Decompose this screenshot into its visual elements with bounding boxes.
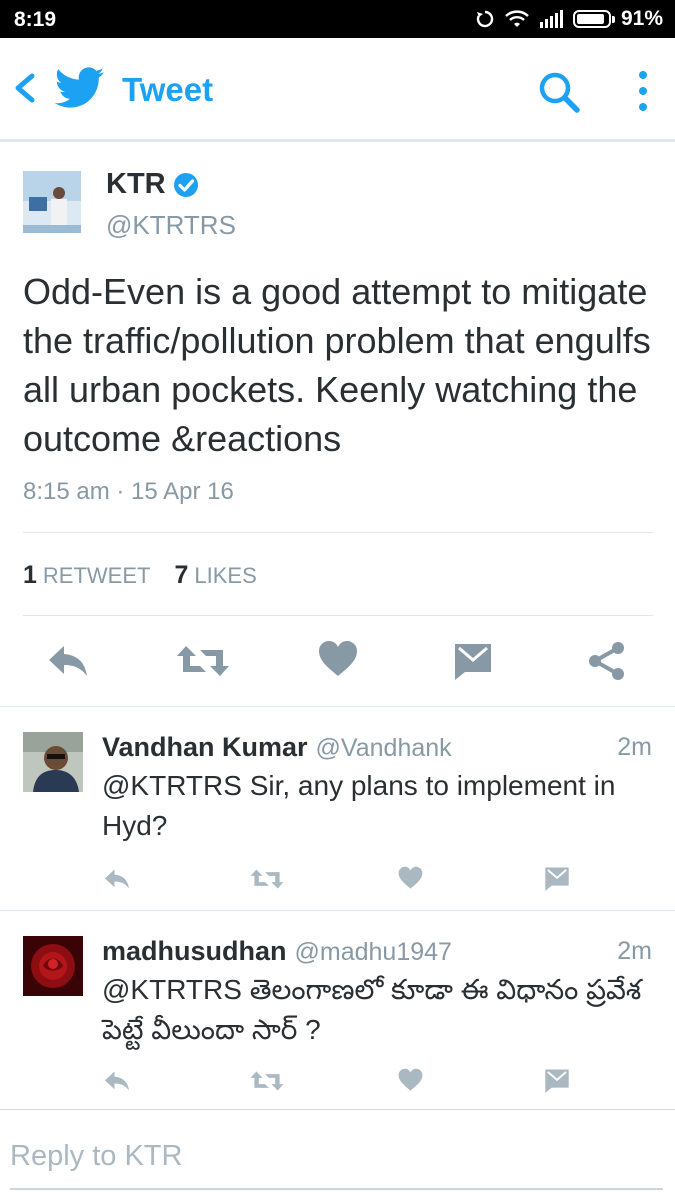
direct-message-icon[interactable] xyxy=(544,866,570,891)
reply-timestamp: 2m xyxy=(617,733,652,761)
avatar[interactable] xyxy=(23,936,83,996)
like-icon[interactable] xyxy=(398,866,423,890)
avatar-image xyxy=(23,171,81,233)
reply-actions xyxy=(0,1066,675,1096)
reply-actions xyxy=(0,864,675,894)
direct-message-icon[interactable] xyxy=(453,642,493,680)
reply-text: @KTRTRS Sir, any plans to implement in H… xyxy=(102,770,616,841)
divider xyxy=(23,615,653,616)
reply-author-name: madhusudhan xyxy=(102,936,287,966)
app-bar: Tweet xyxy=(0,38,675,142)
author-name: KTR xyxy=(106,168,166,200)
sync-icon xyxy=(476,10,494,28)
reply-icon[interactable] xyxy=(103,867,131,891)
tweet-timestamp: 8:15 am · 15 Apr 16 xyxy=(23,478,234,505)
like-icon[interactable] xyxy=(318,640,358,678)
likes-stat[interactable]: 7 LIKES xyxy=(174,561,256,590)
tweet-stats: 1 RETWEET 7 LIKES xyxy=(23,561,257,590)
reply-tweet[interactable]: Vandhan Kumar @Vandhank 2m @KTRTRS Sir, a… xyxy=(0,706,675,911)
reply-author[interactable]: Vandhan Kumar @Vandhank xyxy=(102,732,452,763)
reply-icon[interactable] xyxy=(103,1069,131,1093)
verified-badge-icon xyxy=(173,172,198,197)
status-icons: 91% xyxy=(475,7,663,31)
likes-label: LIKES xyxy=(194,563,257,588)
reply-author[interactable]: madhusudhan @madhu1947 xyxy=(102,936,452,967)
battery-icon xyxy=(572,10,615,28)
tweet-actions xyxy=(0,636,675,686)
reply-input[interactable]: Reply to KTR xyxy=(10,1140,182,1173)
share-icon[interactable] xyxy=(586,640,628,682)
divider xyxy=(23,532,653,533)
retweet-label: RETWEET xyxy=(42,563,151,588)
avatar[interactable] xyxy=(23,171,81,233)
likes-count: 7 xyxy=(174,561,189,589)
reply-author-handle: @Vandhank xyxy=(315,734,452,762)
reply-author-handle: @madhu1947 xyxy=(294,938,452,966)
status-bar: 8:19 91% xyxy=(0,0,675,38)
tweet-text: Odd-Even is a good attempt to mitigate t… xyxy=(23,271,651,459)
reply-icon[interactable] xyxy=(46,642,90,680)
direct-message-icon[interactable] xyxy=(544,1068,570,1093)
search-icon[interactable] xyxy=(536,69,582,115)
signal-icon xyxy=(539,10,563,28)
like-icon[interactable] xyxy=(398,1068,423,1092)
input-underline xyxy=(10,1188,663,1190)
retweet-icon[interactable] xyxy=(176,644,230,678)
wifi-icon xyxy=(505,10,529,27)
reply-composer[interactable]: Reply to KTR xyxy=(0,1110,675,1200)
battery-percent: 91% xyxy=(620,7,663,30)
reply-timestamp: 2m xyxy=(617,937,652,965)
twitter-bird-icon xyxy=(55,67,105,108)
page-title: Tweet xyxy=(122,71,214,108)
author-handle[interactable]: @KTRTRS xyxy=(106,210,236,241)
avatar[interactable] xyxy=(23,732,83,792)
retweet-icon[interactable] xyxy=(250,1070,284,1092)
retweet-icon[interactable] xyxy=(250,868,284,890)
retweet-stat[interactable]: 1 RETWEET xyxy=(23,561,150,590)
reply-text: @KTRTRS తెలంగాణలో కూడా ఈ విధానం ప్రవేశ ప… xyxy=(102,974,642,1045)
more-options-icon[interactable] xyxy=(626,68,660,114)
reply-author-name: Vandhan Kumar xyxy=(102,732,308,762)
status-time: 8:19 xyxy=(14,8,57,31)
retweet-count: 1 xyxy=(23,561,37,589)
avatar-image xyxy=(23,936,83,996)
tweet-author[interactable]: KTR xyxy=(106,168,200,201)
back-icon[interactable] xyxy=(8,68,44,108)
reply-tweet[interactable]: madhusudhan @madhu1947 2m @KTRTRS తెలంగాణ… xyxy=(0,910,675,1110)
avatar-image xyxy=(23,732,83,792)
